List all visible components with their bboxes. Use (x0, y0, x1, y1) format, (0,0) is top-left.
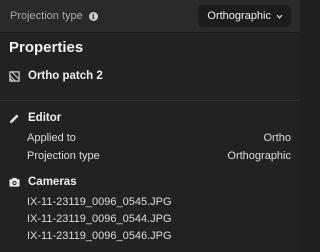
section-divider (0, 100, 300, 101)
projection-toolbar: Projection type i Orthographic (0, 0, 300, 33)
page-title: Properties (9, 39, 84, 56)
applied-to-label: Applied to (27, 132, 76, 144)
cameras-heading-row: Cameras (9, 176, 77, 188)
properties-panel: Projection type i Orthographic Propertie… (0, 0, 300, 252)
patch-row: Ortho patch 2 (9, 70, 103, 82)
projection-type-row: Projection type Orthographic (27, 150, 291, 162)
projection-type-label: Projection type (10, 10, 83, 22)
pencil-icon (9, 113, 19, 123)
cameras-heading: Cameras (28, 176, 77, 188)
projection-label-group: Projection type i (10, 10, 98, 22)
applied-to-value: Ortho (263, 132, 291, 144)
camera-file-item[interactable]: IX-11-23119_0096_0544.JPG (27, 213, 172, 225)
projection-type-value: Orthographic (207, 10, 271, 22)
patch-icon (9, 70, 20, 82)
projection-type-row-label: Projection type (27, 150, 100, 162)
info-icon[interactable]: i (88, 11, 98, 21)
editor-heading: Editor (28, 112, 62, 124)
patch-name: Ortho patch 2 (28, 70, 103, 82)
camera-icon (9, 177, 20, 187)
applied-to-row: Applied to Ortho (27, 132, 291, 144)
camera-file-item[interactable]: IX-11-23119_0096_0545.JPG (27, 196, 172, 208)
projection-type-dropdown[interactable]: Orthographic (198, 5, 291, 27)
chevron-down-icon (276, 14, 283, 19)
projection-type-row-value: Orthographic (227, 150, 291, 162)
camera-file-item[interactable]: IX-11-23119_0096_0546.JPG (27, 230, 172, 242)
editor-heading-row: Editor (9, 112, 61, 124)
